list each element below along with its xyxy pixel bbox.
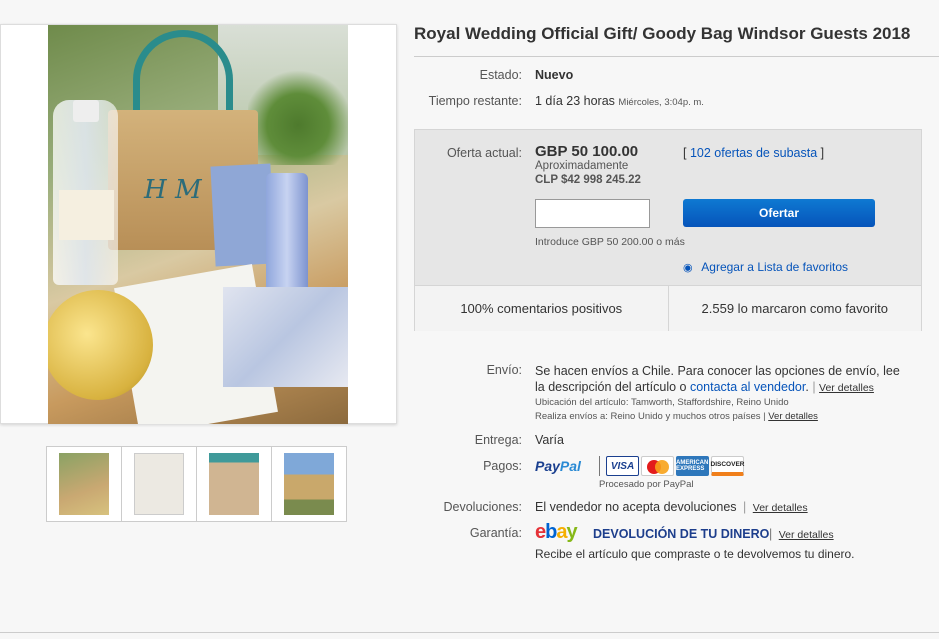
photo-plant (248, 65, 348, 165)
item-location-value: Tamworth, Staffordshire, Reino Unido (630, 397, 789, 408)
divider: | (763, 411, 766, 422)
bids-count: [ 102 ofertas de subasta ] (683, 146, 824, 160)
guarantee-details-link[interactable]: Ver detalles (779, 529, 834, 541)
title-divider (414, 56, 939, 57)
current-price: GBP 50 100.00 (535, 143, 639, 160)
ebay-letter: y (566, 521, 577, 543)
shipping-line2: la descripción del artículo o contacta a… (535, 379, 925, 396)
visa-icon: VISA (606, 456, 639, 476)
thumbnail-image (134, 453, 184, 515)
paypal-logo-pay: Pay (535, 458, 560, 474)
shipping-details-link[interactable]: Ver detalles (819, 382, 874, 394)
photo-bottle-label (59, 190, 114, 240)
time-left-value: 1 día 23 horas (535, 94, 615, 108)
bid-amount-input[interactable] (535, 199, 650, 228)
shipping-label: Envío: (486, 363, 522, 377)
mastercard-icon (641, 456, 674, 476)
returns-details-link[interactable]: Ver detalles (753, 502, 808, 514)
eye-icon: ◉ (683, 262, 693, 274)
ships-to-details-link[interactable]: Ver detalles (768, 411, 818, 422)
seller-stats: 100% comentarios positivos 2.559 lo marc… (415, 285, 921, 331)
ebay-logo: ebay (535, 521, 578, 544)
money-back-guarantee: DEVOLUCIÓN DE TU DINERO (593, 527, 770, 541)
item-location-label: Ubicación del artículo: (535, 397, 629, 408)
listing-title: Royal Wedding Official Gift/ Goody Bag W… (414, 24, 911, 43)
divider (599, 456, 600, 476)
processed-by-paypal: Procesado por PayPal (599, 479, 694, 490)
delivery-value: Varía (535, 433, 564, 447)
payments-label: Pagos: (483, 459, 522, 473)
paypal-logo-pal: Pal (559, 458, 581, 474)
discover-icon: DISCOVER (711, 456, 744, 476)
shipping-text: Se hacen envíos a Chile. Para conocer la… (535, 363, 925, 396)
ships-to-label: Realiza envíos a: (535, 411, 608, 422)
thumbnail-1[interactable] (46, 446, 122, 522)
shipping-desc-text: la descripción del artículo o (535, 380, 687, 394)
photo-tumbler (266, 173, 308, 293)
ebay-letter: e (535, 521, 546, 543)
watchers-count: 2.559 lo marcaron como favorito (701, 301, 888, 316)
time-left-end: Miércoles, 3:04p. m. (618, 97, 704, 108)
ships-to-value: Reino Unido y muchos otros países (610, 411, 761, 422)
min-bid-hint: Introduce GBP 50 200.00 o más (535, 236, 685, 248)
photo-bottle-cap (73, 100, 99, 122)
photo-chocolate-coin (48, 290, 153, 400)
current-offer-label: Oferta actual: (446, 146, 522, 160)
offer-box: Oferta actual: GBP 50 100.00 Aproximadam… (414, 129, 922, 331)
returns: El vendedor no acepta devoluciones | Ver… (535, 500, 808, 514)
condition-value: Nuevo (535, 68, 574, 82)
amex-icon: AMERICAN EXPRESS (676, 456, 709, 476)
bracket-open: [ (683, 146, 687, 160)
product-photo[interactable]: H M (48, 25, 348, 424)
guarantee-label: Garantía: (469, 526, 522, 540)
positive-feedback: 100% comentarios positivos (415, 286, 669, 331)
divider: | (743, 500, 747, 514)
thumbnail-3[interactable] (196, 446, 272, 522)
thumbnail-image (284, 453, 334, 515)
thumbnail-strip (46, 446, 347, 522)
place-bid-button[interactable]: Ofertar (683, 199, 875, 227)
bracket-close: ] (820, 146, 825, 160)
guarantee-description: Recibe el artículo que compraste o te de… (535, 547, 855, 561)
photo-bag-monogram: H M (144, 175, 202, 205)
ships-to: Realiza envíos a: Reino Unido y muchos o… (535, 411, 818, 422)
thumbnail-image (209, 453, 259, 515)
contact-seller-link[interactable]: contacta al vendedor (690, 380, 805, 394)
guarantee-details: | Ver detalles (769, 527, 834, 541)
shipping-line1: Se hacen envíos a Chile. Para conocer la… (535, 364, 900, 378)
returns-label: Devoluciones: (443, 500, 522, 514)
ebay-letter: b (545, 521, 557, 543)
time-left: 1 día 23 horas Miércoles, 3:04p. m. (535, 94, 704, 108)
watchlist-link[interactable]: Agregar a Lista de favoritos (701, 260, 848, 274)
main-image-frame[interactable]: H M (0, 24, 397, 424)
divider: | (812, 380, 816, 394)
thumbnail-2[interactable] (121, 446, 197, 522)
divider: | (769, 527, 773, 541)
photo-water-bottle (53, 100, 118, 285)
item-location: Ubicación del artículo: Tamworth, Staffo… (535, 397, 789, 408)
approx-label: Aproximadamente (535, 160, 629, 172)
bids-link[interactable]: 102 ofertas de subasta (690, 146, 817, 160)
delivery-label: Entrega: (474, 433, 522, 447)
ebay-letter: a (556, 521, 567, 543)
condition-label: Estado: (479, 68, 522, 82)
thumbnail-4[interactable] (271, 446, 347, 522)
returns-value: El vendedor no acepta devoluciones (535, 500, 737, 514)
photo-cookie-box (223, 287, 348, 387)
shipping-period: . (805, 380, 809, 394)
approx-value: CLP $42 998 245.22 (535, 174, 641, 186)
card-logos: VISA AMERICAN EXPRESS DISCOVER (599, 456, 744, 476)
watchlist[interactable]: ◉ Agregar a Lista de favoritos (683, 260, 848, 274)
thumbnail-image (59, 453, 109, 515)
bottom-divider (0, 632, 939, 633)
time-left-label: Tiempo restante: (428, 94, 522, 108)
paypal-logo: PayPal (535, 458, 581, 474)
